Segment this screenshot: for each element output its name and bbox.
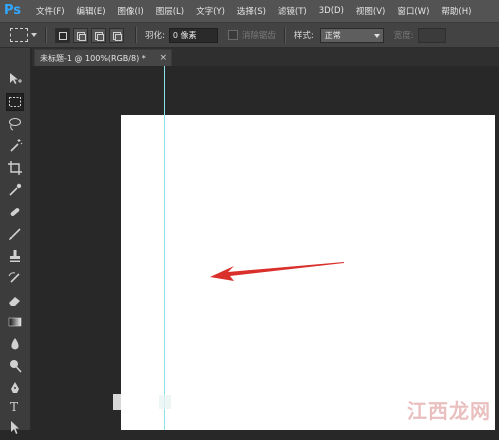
watermark-text: 江西龙网 [407, 399, 491, 423]
annotation-arrow [210, 262, 344, 281]
arrow-icon [210, 262, 344, 281]
